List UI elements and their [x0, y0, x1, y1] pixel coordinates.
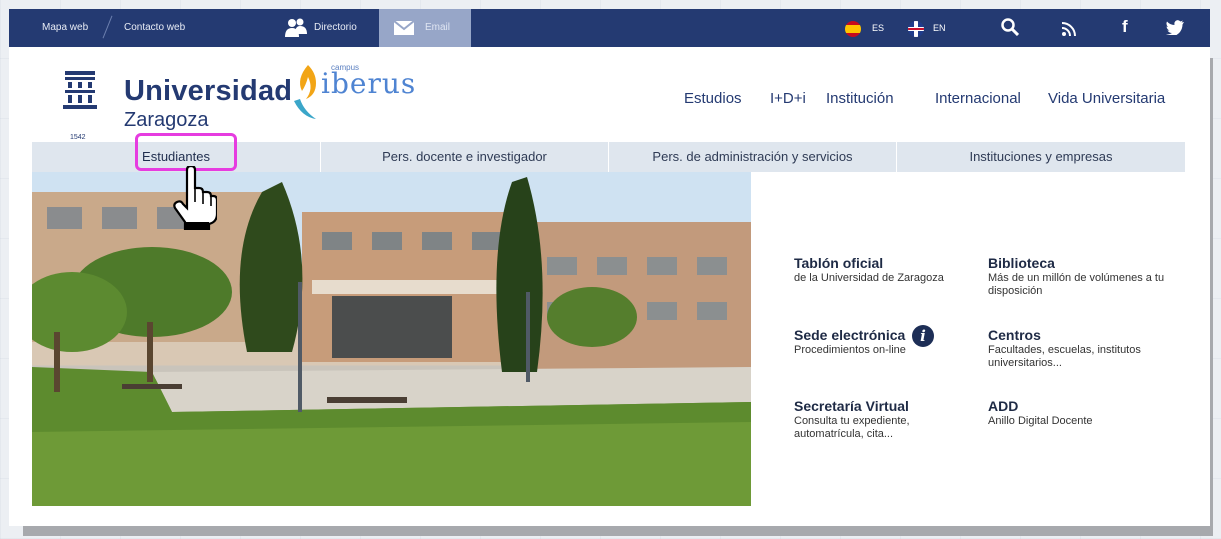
email-label: Email [425, 22, 451, 33]
nav-institucion[interactable]: Institución [826, 90, 894, 107]
contact-link[interactable]: Contacto web [124, 22, 185, 33]
search-icon[interactable] [1001, 18, 1019, 36]
ql-secretaria-title[interactable]: Secretaría Virtual [794, 398, 909, 414]
directory-link[interactable]: Directorio [314, 22, 357, 33]
nav-estudios[interactable]: Estudios [684, 90, 742, 107]
separator [102, 15, 113, 39]
hand-pointer-cursor-icon [173, 166, 217, 230]
ql-secretaria-desc: Consulta tu expediente, automatrícula, c… [794, 415, 910, 440]
logo-university[interactable]: Universidad [124, 75, 292, 108]
lang-en[interactable]: EN [933, 23, 946, 33]
twitter-icon[interactable] [1166, 20, 1184, 35]
subnav-instituciones[interactable]: Instituciones y empresas [897, 142, 1185, 172]
spain-flag-icon[interactable] [845, 21, 861, 37]
nav-internacional[interactable]: Internacional [935, 90, 1021, 107]
email-button[interactable]: Email [379, 9, 471, 47]
ql-add-title[interactable]: ADD [988, 398, 1018, 414]
campus-iberus-flame-icon[interactable] [292, 65, 318, 121]
directory-icon[interactable] [285, 18, 307, 38]
campus-building-image [32, 172, 751, 506]
envelope-icon [394, 21, 414, 35]
hero-photo[interactable] [32, 172, 751, 506]
ql-sede-desc: Procedimientos on-line [794, 344, 906, 356]
uk-flag-icon[interactable] [908, 21, 924, 37]
web-page: Mapa web Contacto web Directorio Email E… [9, 9, 1210, 526]
logo-zaragoza[interactable]: Zaragoza [124, 109, 209, 132]
facebook-icon[interactable]: f [1122, 17, 1128, 37]
top-bar: Mapa web Contacto web Directorio Email E… [9, 9, 1210, 47]
rss-icon[interactable] [1062, 22, 1076, 36]
ql-tablon-desc: de la Universidad de Zaragoza [794, 272, 944, 284]
ql-sede-title[interactable]: Sede electrónica [794, 327, 905, 343]
subnav-pas[interactable]: Pers. de administración y servicios [609, 142, 897, 172]
ql-centros-desc: Facultades, escuelas, institutos univers… [988, 344, 1141, 369]
nav-vida-universitaria[interactable]: Vida Universitaria [1048, 90, 1165, 107]
ql-tablon-title[interactable]: Tablón oficial [794, 255, 883, 271]
ql-biblioteca-desc: Más de un millón de volúmenes a tu dispo… [988, 272, 1165, 297]
subnav-pdi[interactable]: Pers. docente e investigador [321, 142, 609, 172]
lang-es[interactable]: ES [872, 23, 884, 33]
nav-idi[interactable]: I+D+i [770, 90, 806, 107]
university-emblem-icon[interactable] [59, 69, 101, 127]
emblem-year: 1542 [70, 134, 86, 141]
iberus-label[interactable]: iberus [321, 67, 416, 100]
ql-biblioteca-title[interactable]: Biblioteca [988, 255, 1055, 271]
site-map-link[interactable]: Mapa web [42, 22, 88, 33]
ql-add-desc: Anillo Digital Docente [988, 415, 1093, 427]
ql-centros-title[interactable]: Centros [988, 327, 1041, 343]
